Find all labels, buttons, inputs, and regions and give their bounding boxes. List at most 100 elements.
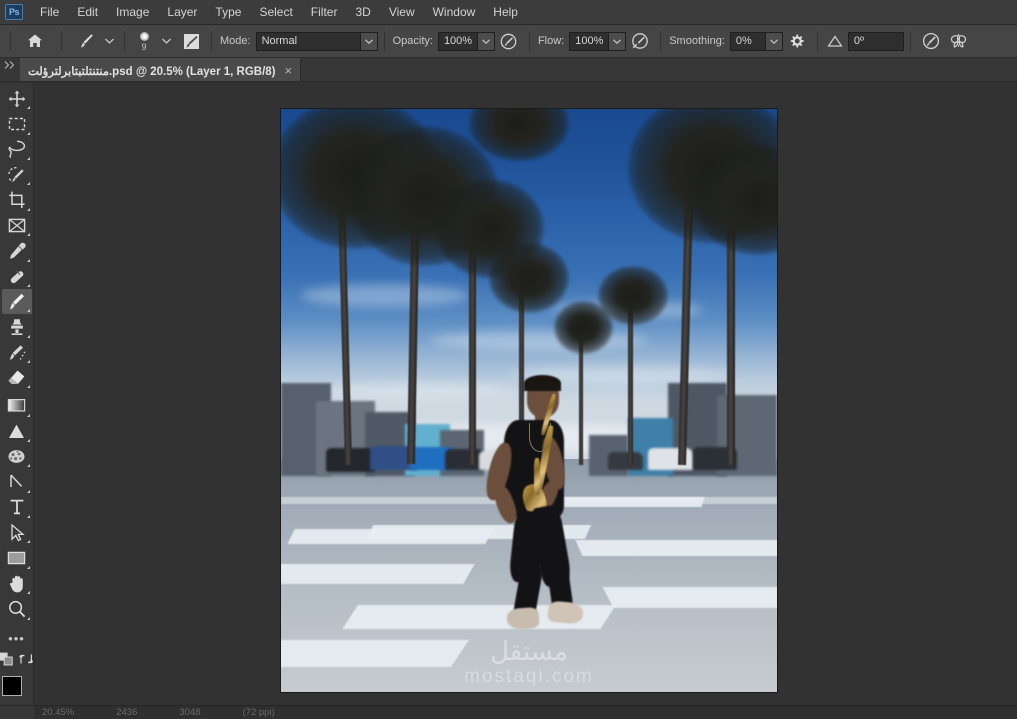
airbrush-button[interactable] [628,29,652,53]
canvas-area[interactable]: مستقل mostaqi.com [34,83,1017,705]
flow-select[interactable]: 100% [569,31,627,51]
brush-preset-dropdown-arrow[interactable] [102,29,116,53]
status-zoom-level[interactable]: 20.45% [42,707,74,718]
eyedropper-tool-icon [9,242,26,259]
chevron-down-icon [482,38,490,44]
smoothing-select[interactable]: 0% [729,31,783,51]
frame-tool[interactable] [2,213,32,238]
document-window[interactable]: مستقل mostaqi.com [281,109,777,692]
hand-tool[interactable] [2,571,32,596]
opacity-select[interactable]: 100% [437,31,495,51]
smoothing-dropdown-arrow[interactable] [765,31,783,51]
brush-angle-value[interactable]: 0º [847,31,904,51]
flow-dropdown-arrow[interactable] [609,31,627,51]
crop-tool[interactable] [2,187,32,212]
pressure-controls-size-button[interactable] [919,29,943,53]
toggle-brush-settings-panel-button[interactable] [179,29,203,53]
brush-size-dropdown-arrow[interactable] [159,29,173,53]
collapse-panels-button[interactable] [0,58,20,81]
hand-tool-icon [9,575,23,593]
foreground-color-swatch[interactable] [1,675,22,696]
document-tab[interactable]: منتنتلتبتابرلترؤلت.psd @ 20.5% (Layer 1,… [20,58,302,81]
menu-item-filter[interactable]: Filter [302,1,347,23]
spot-healing-brush-tool[interactable] [2,264,32,289]
tool-expand-corner [26,515,30,519]
rectangle-tool[interactable] [2,545,32,570]
menu-item-type[interactable]: Type [206,1,250,23]
eraser-tool[interactable] [2,365,32,390]
brush-preset-picker-button[interactable] [74,29,98,53]
path-selection-tool[interactable] [2,520,32,545]
quick-mask-button[interactable] [0,652,14,671]
tool-expand-corner [26,157,30,161]
paint-symmetry-button[interactable] [947,29,971,53]
quick-selection-tool[interactable] [2,162,32,187]
crosswalk-stripe [281,563,476,584]
opacity-dropdown-arrow[interactable] [477,31,495,51]
brush-size-preview[interactable]: 9 [131,28,157,54]
eyedropper-tool[interactable] [2,238,32,263]
photoshop-logo-icon: Ps [5,4,23,20]
zoom-magnifier-icon [8,600,25,618]
tool-expand-corner [26,106,30,110]
tool-expand-corner [26,359,30,363]
left-shoe [505,606,540,631]
crosswalk-stripe [574,540,777,557]
color-swatches[interactable] [1,675,32,706]
menu-item-edit[interactable]: Edit [68,1,107,23]
brush-tool[interactable] [1,288,32,315]
screen-mode-button[interactable] [19,652,34,671]
smoothing-options-button[interactable] [785,29,809,53]
main-workspace: ••• مستقل mostaqi.com [0,83,1017,706]
zoom-tool[interactable] [2,596,32,621]
divider [816,31,818,51]
edit-toolbar-button[interactable]: ••• [2,628,32,648]
tool-expand-corner [26,309,30,313]
menu-item-file[interactable]: File [31,1,68,23]
opacity-label: Opacity: [392,35,433,47]
saxophone-player [479,374,603,645]
status-bar-text: 20.45% 2436 3048 (72 ppi) [34,707,275,718]
brush-angle-button[interactable] [826,29,846,53]
smoothing-value[interactable]: 0% [729,31,766,51]
pen-tool-icon [9,474,22,488]
marquee-tool-icon [8,117,25,131]
tool-expand-corner [26,207,30,211]
pressure-controls-opacity-button[interactable] [497,29,521,53]
history-brush-tool[interactable] [2,340,32,365]
blend-mode-dropdown-arrow[interactable] [360,31,378,51]
move-tool[interactable] [2,86,32,111]
blend-mode-select[interactable]: Normal [255,31,378,51]
lasso-tool[interactable] [2,137,32,162]
blur-tool[interactable] [2,419,32,444]
screen-mode-icon [19,654,34,664]
dodge-tool[interactable] [2,444,32,469]
symmetry-butterfly-icon [951,34,967,48]
menu-item-view[interactable]: View [380,1,424,23]
close-document-icon[interactable]: × [285,64,293,77]
menu-item-window[interactable]: Window [424,1,485,23]
home-icon [28,34,42,47]
menu-item-3d[interactable]: 3D [346,1,379,23]
divider [124,31,125,51]
menu-item-help[interactable]: Help [484,1,527,23]
pen-tool[interactable] [2,469,32,494]
document-tab-bar: منتنتلتبتابرلترؤلت.psd @ 20.5% (Layer 1,… [0,58,1017,82]
tool-expand-corner [26,565,30,569]
menu-item-layer[interactable]: Layer [158,1,206,23]
brush-icon [81,34,93,48]
opacity-value[interactable]: 100% [437,31,478,51]
menu-item-select[interactable]: Select [250,1,301,23]
tool-expand-corner [26,182,30,186]
tool-expand-corner [26,616,30,620]
menu-item-image[interactable]: Image [107,1,158,23]
flow-value[interactable]: 100% [569,31,610,51]
status-resolution: (72 ppi) [242,706,275,718]
home-button[interactable] [23,29,47,53]
clone-stamp-tool[interactable] [2,314,32,339]
rectangular-marquee-tool[interactable] [2,111,32,136]
horizontal-type-tool[interactable] [2,495,32,520]
gradient-tool[interactable] [2,393,32,418]
right-shoe [546,600,584,626]
tool-expand-corner [26,540,30,544]
